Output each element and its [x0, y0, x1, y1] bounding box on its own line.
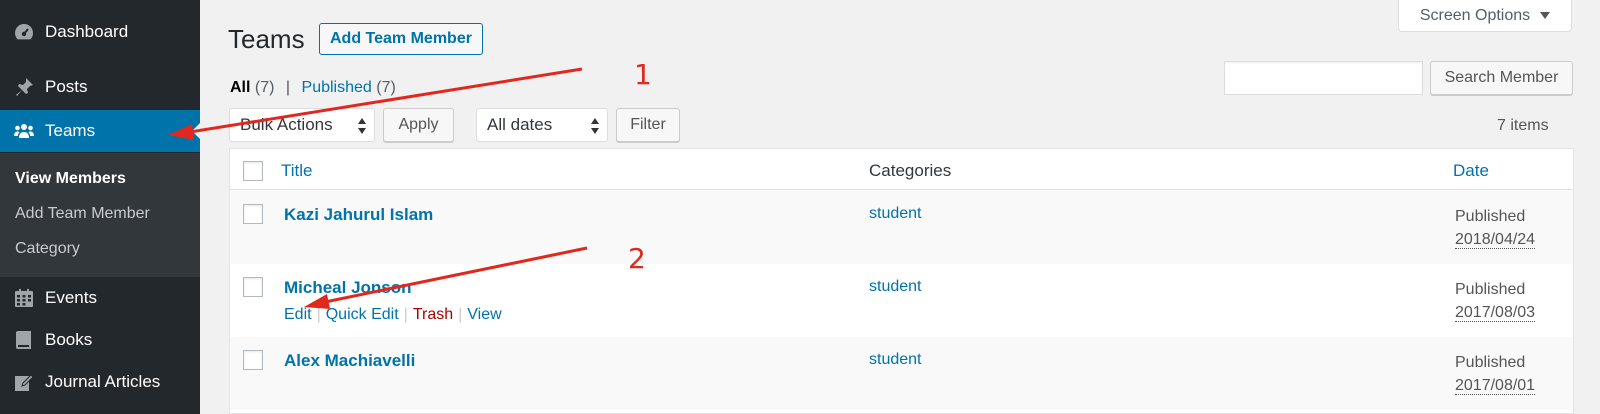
- annotation-number-1: 1: [634, 58, 652, 91]
- row-title-link[interactable]: Alex Machiavelli: [284, 351, 415, 371]
- bulk-actions-value: Bulk Actions: [240, 115, 333, 134]
- date-cell: Published 2017/08/03: [1455, 278, 1536, 324]
- category-link[interactable]: student: [869, 205, 921, 223]
- row-checkbox[interactable]: [243, 350, 263, 370]
- row-actions: Edit | Quick Edit | Trash | View: [284, 306, 502, 324]
- sidebar-item-books[interactable]: Books: [0, 319, 200, 361]
- sidebar-item-dashboard[interactable]: Dashboard: [0, 11, 200, 53]
- pin-icon: [12, 76, 36, 98]
- sidebar-item-label: Posts: [45, 77, 88, 96]
- sidebar-item-label: Journal Articles: [45, 372, 161, 391]
- page-title: Teams: [228, 24, 305, 54]
- action-separator: |: [458, 306, 463, 323]
- table-row: Kazi Jahurul Islam student Published 201…: [230, 191, 1573, 264]
- edit-page-icon: [12, 371, 36, 393]
- table-row: Micheal Jonson Edit | Quick Edit | Trash | Vie…: [230, 264, 1573, 337]
- sidebar-item-label: Dashboard: [45, 22, 129, 41]
- date-cell: Published 2018/04/24: [1455, 205, 1536, 251]
- sidebar-item-teams[interactable]: Teams: [0, 110, 200, 152]
- dashboard-icon: [12, 21, 36, 43]
- sidebar-item-label: Teams: [45, 121, 96, 140]
- screen-options-label: Screen Options: [1419, 6, 1531, 24]
- search-input[interactable]: [1224, 61, 1423, 95]
- row-checkbox[interactable]: [243, 204, 263, 224]
- submenu-add-team-member[interactable]: Add Team Member: [15, 205, 150, 223]
- submenu-category[interactable]: Category: [15, 240, 80, 258]
- dates-value: All dates: [487, 115, 553, 134]
- sidebar-item-journal-articles[interactable]: Journal Articles: [0, 361, 200, 403]
- filter-separator: |: [285, 79, 291, 96]
- column-date[interactable]: Date: [1453, 161, 1489, 181]
- row-title-link[interactable]: Kazi Jahurul Islam: [284, 205, 433, 225]
- row-checkbox[interactable]: [243, 277, 263, 297]
- annotation-number-2: 2: [628, 242, 646, 275]
- trash-link[interactable]: Trash: [413, 306, 453, 323]
- submenu-view-members[interactable]: View Members: [15, 170, 126, 188]
- table-header: Title Categories Date: [230, 149, 1573, 190]
- category-link[interactable]: student: [869, 351, 921, 369]
- groups-icon: [12, 120, 36, 142]
- apply-button[interactable]: Apply: [383, 108, 454, 142]
- sidebar-item-posts[interactable]: Posts: [0, 66, 200, 108]
- action-separator: |: [403, 306, 408, 323]
- column-categories: Categories: [869, 161, 952, 180]
- post-status: Published: [1455, 354, 1526, 371]
- bulk-actions-select[interactable]: Bulk Actions: [229, 108, 375, 142]
- view-link[interactable]: View: [467, 306, 501, 323]
- post-date: 2017/08/03: [1455, 304, 1536, 322]
- column-title[interactable]: Title: [281, 161, 313, 181]
- filter-button[interactable]: Filter: [616, 108, 680, 142]
- items-count: 7 items: [1497, 117, 1549, 134]
- select-arrows-icon: [591, 118, 599, 134]
- status-filter-links: All (7) | Published (7): [230, 79, 396, 97]
- post-date: 2018/04/24: [1455, 231, 1536, 249]
- search-member-button[interactable]: Search Member: [1430, 61, 1573, 95]
- book-icon: [12, 329, 36, 351]
- sidebar-item-events[interactable]: Events: [0, 277, 200, 319]
- filter-all-link[interactable]: All (7): [230, 79, 274, 96]
- action-separator: |: [316, 306, 321, 323]
- add-team-member-button[interactable]: Add Team Member: [319, 23, 483, 55]
- post-status: Published: [1455, 208, 1526, 225]
- filter-published-link[interactable]: Published (7): [302, 79, 396, 96]
- select-all-checkbox[interactable]: [243, 161, 263, 181]
- post-date: 2017/08/01: [1455, 377, 1536, 395]
- quick-edit-link[interactable]: Quick Edit: [326, 306, 399, 323]
- post-status: Published: [1455, 281, 1526, 298]
- table-row: Alex Machiavelli student Published 2017/…: [230, 337, 1573, 410]
- select-arrows-icon: [358, 118, 366, 134]
- row-title-link[interactable]: Micheal Jonson: [284, 278, 412, 298]
- screen-options-button[interactable]: Screen Options: [1398, 0, 1572, 32]
- members-table: Title Categories Date Kazi Jahurul Islam…: [229, 148, 1574, 414]
- category-link[interactable]: student: [869, 278, 921, 296]
- sidebar-item-label: Events: [45, 288, 97, 307]
- calendar-icon: [12, 287, 36, 309]
- caret-down-icon: [1540, 12, 1551, 19]
- teams-submenu: View Members Add Team Member Category: [0, 153, 200, 277]
- date-cell: Published 2017/08/01: [1455, 351, 1536, 397]
- dates-select[interactable]: All dates: [476, 108, 608, 142]
- sidebar-item-label: Books: [45, 330, 93, 349]
- edit-link[interactable]: Edit: [284, 306, 312, 323]
- admin-sidebar: Dashboard Posts Teams View Members Add T…: [0, 0, 200, 414]
